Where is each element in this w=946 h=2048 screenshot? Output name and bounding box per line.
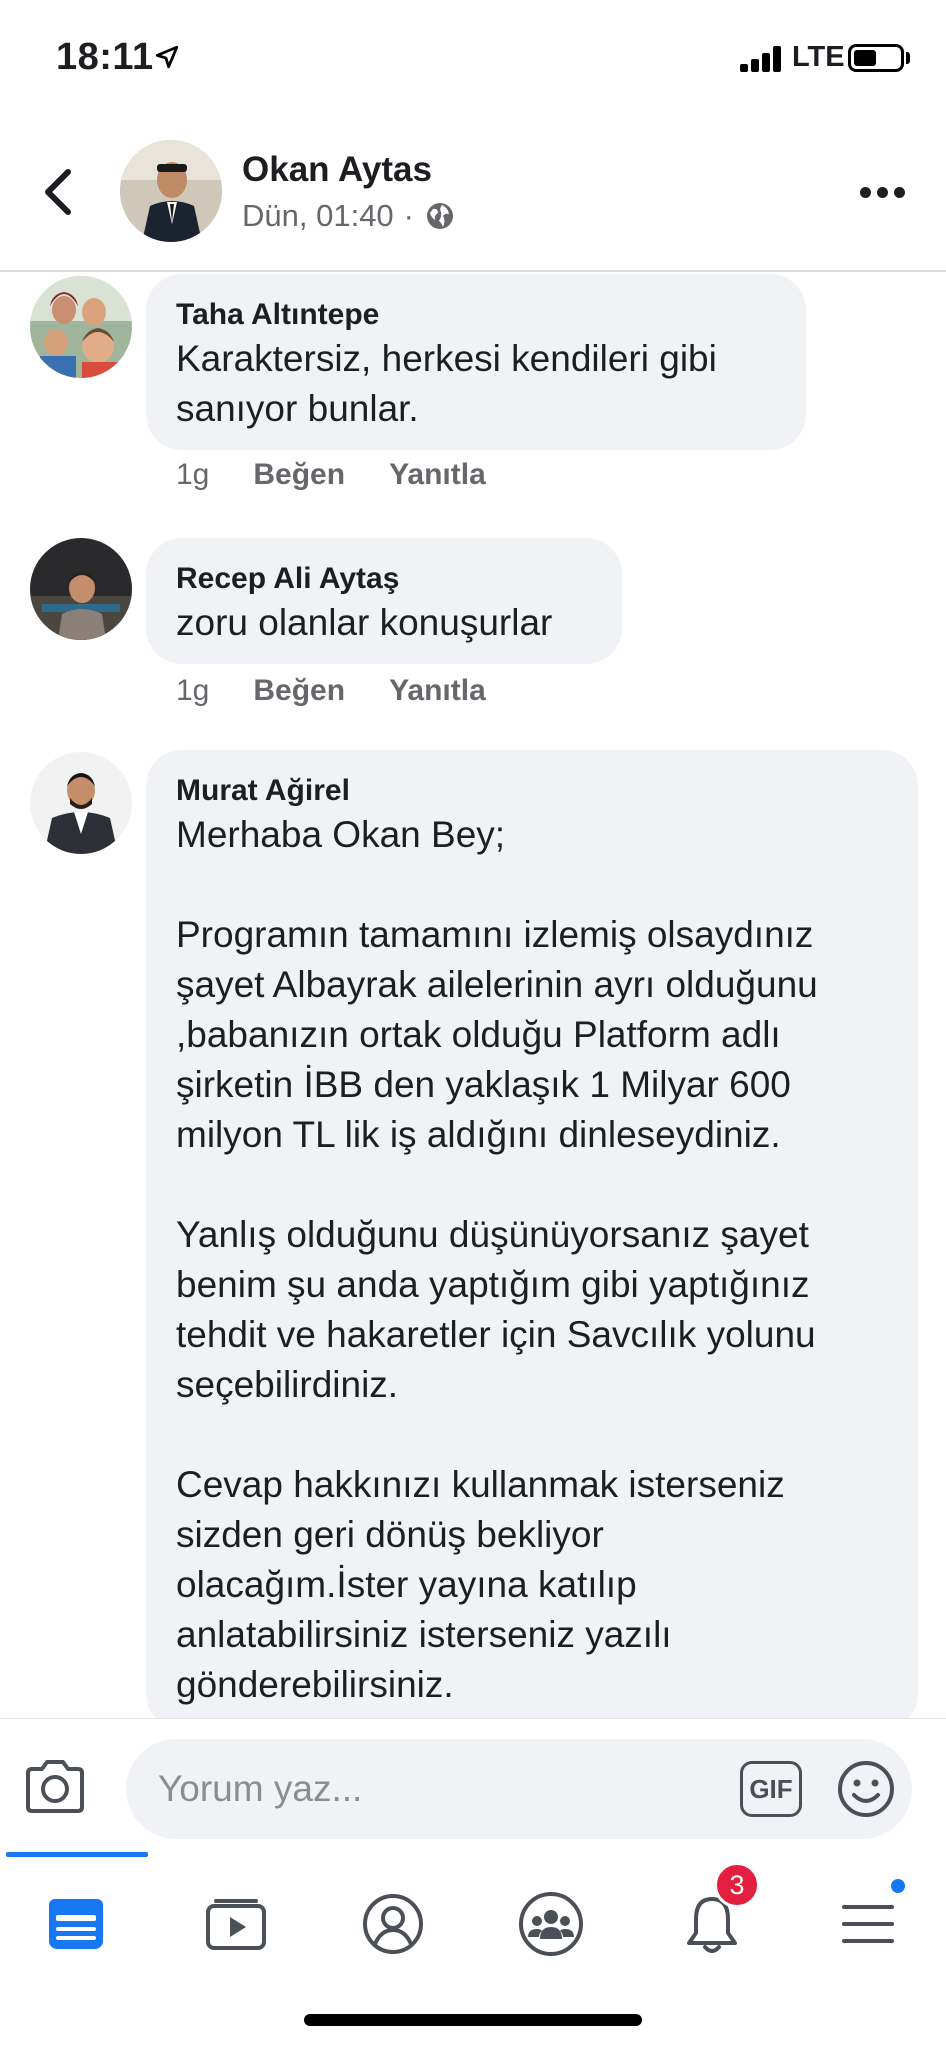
- comment-bubble[interactable]: Recep Ali Aytaş zoru olanlar konuşurlar: [146, 538, 622, 664]
- reply-button[interactable]: Yanıtla: [389, 458, 486, 492]
- comment-author[interactable]: Recep Ali Aytaş: [176, 560, 592, 598]
- comment-author[interactable]: Taha Altıntepe: [176, 296, 776, 334]
- camera-icon[interactable]: [22, 1757, 88, 1815]
- comment-actions: 1g Beğen Yanıtla: [176, 458, 486, 492]
- commenter-avatar[interactable]: [30, 276, 132, 378]
- more-options-icon[interactable]: [860, 180, 906, 204]
- comment-text: zoru olanlar konuşurlar: [176, 602, 553, 643]
- tab-news-feed[interactable]: [26, 1874, 126, 1974]
- comment-age: 1g: [176, 674, 210, 707]
- network-type: LTE: [792, 41, 845, 73]
- post-header: Okan Aytas Dün, 01:40 ·: [0, 120, 946, 272]
- battery-icon: [848, 44, 904, 72]
- commenter-avatar[interactable]: [30, 538, 132, 640]
- author-name[interactable]: Okan Aytas: [242, 150, 432, 190]
- groups-icon: [519, 1892, 583, 1956]
- menu-notification-dot: [888, 1876, 908, 1896]
- like-button[interactable]: Beğen: [253, 458, 345, 492]
- home-indicator[interactable]: [304, 2014, 642, 2026]
- tab-profile[interactable]: [343, 1874, 443, 1974]
- profile-icon: [363, 1894, 423, 1954]
- reply-button[interactable]: Yanıtla: [389, 674, 486, 708]
- status-time: 18:11: [56, 36, 154, 78]
- comment-composer: GIF: [0, 1718, 946, 1852]
- author-avatar[interactable]: [120, 140, 222, 242]
- active-tab-indicator: [6, 1852, 148, 1857]
- commenter-avatar[interactable]: [30, 752, 132, 854]
- post-timestamp: Dün, 01:40: [242, 198, 394, 233]
- post-meta: Dün, 01:40 ·: [242, 198, 456, 234]
- battery-tip: [906, 52, 910, 64]
- back-chevron-icon[interactable]: [36, 164, 84, 220]
- comment-text: Karaktersiz, herkesi kendileri gibi sanı…: [176, 338, 717, 429]
- location-arrow-icon: [155, 45, 179, 69]
- gif-button[interactable]: GIF: [740, 1761, 802, 1817]
- watch-icon: [206, 1899, 266, 1950]
- comment-bubble[interactable]: Murat Ağirel Merhaba Okan Bey; Programın…: [146, 750, 918, 1730]
- news-feed-icon: [49, 1899, 103, 1949]
- menu-icon: [842, 1905, 894, 1943]
- comment-age: 1g: [176, 458, 210, 491]
- tab-groups[interactable]: [501, 1874, 601, 1974]
- emoji-icon[interactable]: [836, 1759, 896, 1819]
- comment-text: Merhaba Okan Bey; Programın tamamını izl…: [176, 814, 818, 1705]
- comment-actions: 1g Beğen Yanıtla: [176, 674, 486, 708]
- meta-separator: ·: [403, 198, 414, 233]
- comment-author[interactable]: Murat Ağirel: [176, 772, 888, 810]
- notifications-badge: 3: [714, 1862, 760, 1908]
- like-button[interactable]: Beğen: [253, 674, 345, 708]
- tab-watch[interactable]: [186, 1874, 286, 1974]
- globe-icon: [427, 203, 453, 229]
- comment-bubble[interactable]: Taha Altıntepe Karaktersiz, herkesi kend…: [146, 274, 806, 450]
- signal-icon: [740, 46, 782, 72]
- bottom-tab-bar: 3: [0, 1852, 946, 2048]
- status-bar: 18:11 LTE: [0, 0, 946, 120]
